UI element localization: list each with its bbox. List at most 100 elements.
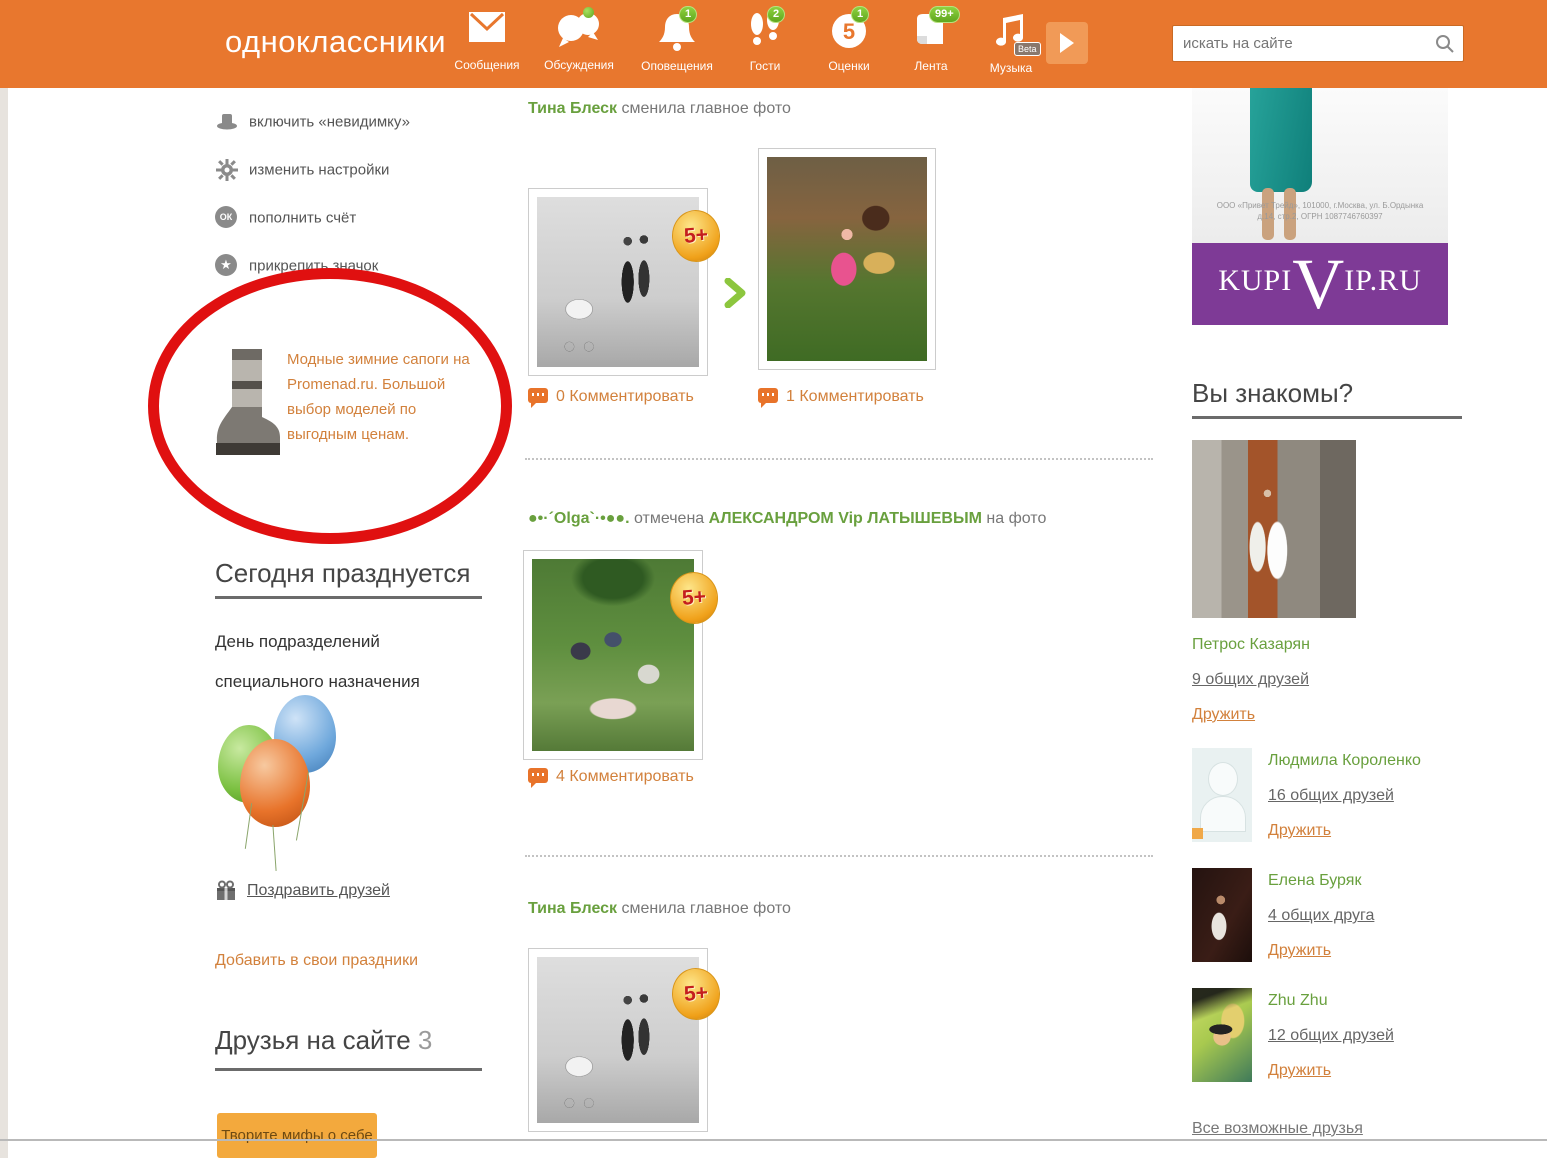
sidebar-item-label: прикрепить значок: [249, 258, 378, 275]
friends-online-label: Друзья на сайте: [215, 1025, 411, 1055]
myths-button[interactable]: Творите мифы о себе: [217, 1113, 377, 1158]
post-action-text: отмечена: [634, 510, 704, 527]
friends-online-heading: Друзья на сайте 3: [215, 1025, 432, 1056]
nav-marks[interactable]: 5 1 Оценки: [806, 10, 892, 73]
comment-label: 0 Комментировать: [556, 388, 694, 405]
sidebar-item-label: изменить настройки: [249, 162, 389, 179]
status-indicator: [1192, 828, 1203, 839]
today-heading: Сегодня празднуется: [215, 558, 470, 589]
add-friend-link[interactable]: Дружить: [1192, 706, 1255, 724]
comment-label: 1 Комментировать: [786, 388, 924, 405]
add-holidays-link[interactable]: Добавить в свои праздники: [215, 952, 418, 970]
avatar[interactable]: [1192, 988, 1252, 1082]
feed-separator: [525, 855, 1153, 857]
ok-coin-icon: ОК: [215, 206, 239, 230]
search-icon[interactable]: [1435, 34, 1455, 59]
mutual-friends-link[interactable]: 12 общих друзей: [1268, 1027, 1394, 1045]
nav-guests[interactable]: 2 Гости: [722, 10, 808, 73]
nav-messages[interactable]: Сообщения: [444, 10, 530, 72]
boot-ad-image[interactable]: [205, 345, 285, 463]
you-know-heading: Вы знакомы?: [1192, 378, 1353, 409]
friend-name-link[interactable]: Елена Буряк: [1268, 872, 1361, 890]
friend-name-link[interactable]: Zhu Zhu: [1268, 992, 1328, 1010]
holiday-text: День подразделений специального назначен…: [215, 622, 485, 702]
post-action-text: сменила главное фото: [622, 900, 791, 917]
tagger-link[interactable]: АЛЕКСАНДРОМ Vip ЛАТЫШЕВЫМ: [709, 510, 982, 527]
unread-dot: [583, 7, 594, 18]
post-action-text: сменила главное фото: [622, 100, 791, 117]
post-author-link[interactable]: Тина Блеск: [528, 900, 617, 917]
friend-name-link[interactable]: Петрос Казарян: [1192, 636, 1310, 654]
comment-label: 4 Комментировать: [556, 768, 694, 785]
kupivip-ad[interactable]: ООО «Привет Трейд», 101000, г.Москва, ул…: [1192, 88, 1448, 325]
mutual-friends-link[interactable]: 4 общих друга: [1268, 907, 1374, 925]
teal-dress-image: [1250, 88, 1312, 192]
nav-music[interactable]: Музыка Beta: [968, 10, 1054, 75]
feed-scroll-icon: 99+: [909, 10, 953, 56]
gift-icon: [215, 880, 237, 902]
post-author-link[interactable]: ●•·´Olga`·•●●.: [528, 510, 630, 527]
balloon-string: [272, 825, 276, 871]
site-logo[interactable]: одноклассники: [225, 24, 446, 60]
search-input[interactable]: [1183, 30, 1423, 57]
marks-badge: 1: [851, 6, 869, 23]
comment-bubble-icon: [528, 768, 548, 783]
kupivip-logo-post: IP.RU: [1344, 264, 1422, 297]
kupivip-logo: KUPIVIP.RU: [1192, 243, 1448, 325]
boot-ad-text[interactable]: Модные зимние сапоги на Promenad.ru. Бол…: [287, 347, 483, 447]
top-navbar: одноклассники Сообщения Обсуждения 1 Опо…: [0, 0, 1547, 88]
today-heading-rule: [215, 596, 482, 599]
all-possible-friends-link[interactable]: Все возможные друзья: [1192, 1120, 1363, 1138]
balloons-image: [210, 695, 350, 855]
sidebar-item-settings[interactable]: изменить настройки: [215, 158, 389, 184]
play-arrow-icon: [1058, 31, 1076, 55]
post-header: Тина Блеск сменила главное фото: [528, 100, 791, 118]
mutual-friends-link[interactable]: 9 общих друзей: [1192, 671, 1309, 689]
congratulate-friends-link[interactable]: Поздравить друзей: [215, 880, 390, 902]
friend-suggestion: Людмила Короленко 16 общих друзей Дружит…: [1192, 748, 1252, 848]
gear-icon: [215, 158, 239, 182]
friends-online-rule: [215, 1068, 482, 1071]
comment-bubble-icon: [528, 388, 548, 403]
feed-separator: [525, 458, 1153, 460]
nav-label: Гости: [722, 59, 808, 73]
page: одноклассники Сообщения Обсуждения 1 Опо…: [0, 0, 1547, 1158]
congratulate-friends-label: Поздравить друзей: [247, 882, 390, 899]
post-header: Тина Блеск сменила главное фото: [528, 900, 791, 918]
post-photo-new[interactable]: [758, 148, 936, 370]
bell-icon: 1: [655, 10, 699, 56]
nav-label: Лента: [888, 59, 974, 73]
mutual-friends-link[interactable]: 16 общих друзей: [1268, 787, 1394, 805]
sidebar-item-pin-badge[interactable]: ★прикрепить значок: [215, 254, 378, 280]
envelope-icon: [465, 10, 509, 56]
friend-photo[interactable]: [1192, 440, 1356, 618]
beta-badge: Beta: [1014, 42, 1041, 56]
five-rating-icon: 5 1: [827, 10, 871, 56]
svg-text:5: 5: [843, 19, 855, 44]
post-author-link[interactable]: Тина Блеск: [528, 100, 617, 117]
comment-link[interactable]: 0 Комментировать: [528, 388, 694, 406]
nav-feed[interactable]: 99+ Лента: [888, 10, 974, 73]
guests-badge: 2: [767, 6, 785, 23]
post-action-suffix: на фото: [986, 510, 1046, 527]
avatar[interactable]: [1192, 868, 1252, 962]
nav-notifications[interactable]: 1 Оповещения: [634, 10, 720, 73]
sidebar-item-invisible-mode[interactable]: включить «невидимку»: [215, 110, 410, 136]
comment-link[interactable]: 1 Комментировать: [758, 388, 924, 406]
add-friend-link[interactable]: Дружить: [1268, 822, 1331, 840]
footprints-icon: 2: [743, 10, 787, 56]
page-edge: [0, 0, 8, 1158]
add-friend-link[interactable]: Дружить: [1268, 1062, 1331, 1080]
friend-name-link[interactable]: Людмила Короленко: [1268, 752, 1421, 770]
comment-link[interactable]: 4 Комментировать: [528, 768, 694, 786]
sidebar-item-label: пополнить счёт: [249, 210, 356, 227]
nav-label: Обсуждения: [536, 58, 622, 72]
picnic-photo: [532, 559, 694, 751]
nav-expand-button[interactable]: [1046, 22, 1088, 64]
nav-label: Оповещения: [634, 59, 720, 73]
kupivip-ad-photo: ООО «Привет Трейд», 101000, г.Москва, ул…: [1192, 88, 1448, 243]
add-friend-link[interactable]: Дружить: [1268, 942, 1331, 960]
nav-discussions[interactable]: Обсуждения: [536, 10, 622, 72]
sidebar-item-top-up[interactable]: ОК пополнить счёт: [215, 206, 356, 232]
nav-label: Сообщения: [444, 58, 530, 72]
